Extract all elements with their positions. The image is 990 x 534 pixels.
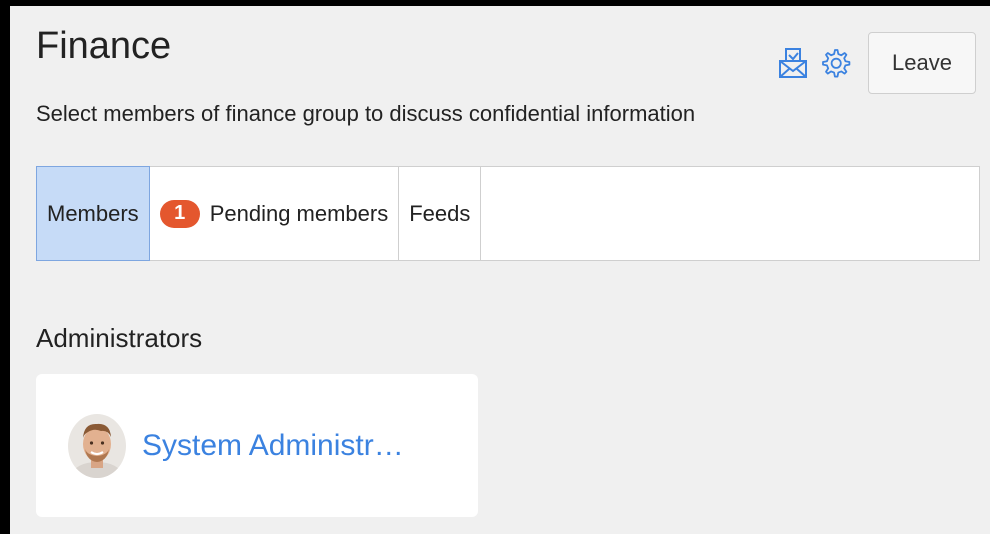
tab-label: Pending members bbox=[209, 200, 389, 226]
page-subtitle: Select members of finance group to discu… bbox=[36, 101, 696, 126]
page-title: Finance bbox=[36, 25, 172, 67]
group-panel: Finance Leave Select members of finance … bbox=[10, 6, 990, 534]
header-actions: Leave bbox=[776, 32, 976, 94]
member-name-link[interactable]: System Administr… bbox=[142, 429, 404, 463]
tab-label: Feeds bbox=[409, 200, 471, 226]
tab-bar: Members 1 Pending members Feeds bbox=[36, 166, 980, 261]
envelope-icon[interactable] bbox=[776, 46, 810, 80]
tab-pending-members[interactable]: 1 Pending members bbox=[150, 167, 400, 260]
pending-count-badge: 1 bbox=[159, 199, 200, 228]
tab-feeds[interactable]: Feeds bbox=[399, 167, 482, 260]
avatar[interactable] bbox=[68, 413, 126, 478]
tab-label: Members bbox=[47, 200, 139, 226]
member-card[interactable]: System Administr… bbox=[36, 374, 478, 517]
administrators-heading: Administrators bbox=[36, 323, 203, 353]
leave-button[interactable]: Leave bbox=[868, 32, 976, 94]
tab-members[interactable]: Members bbox=[36, 166, 150, 261]
gear-icon[interactable] bbox=[818, 46, 852, 80]
